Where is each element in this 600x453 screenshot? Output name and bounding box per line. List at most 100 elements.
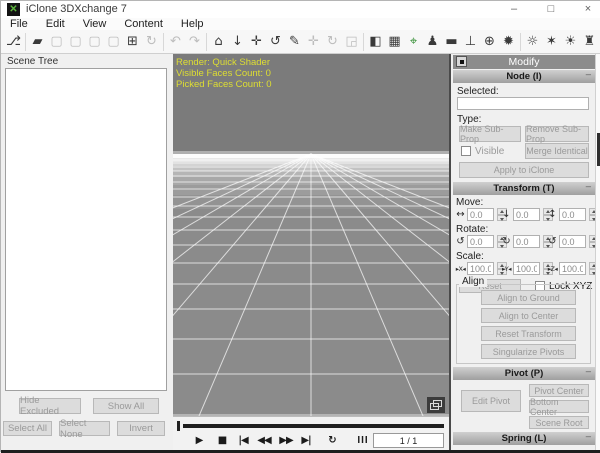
collapse-icon[interactable]: – (586, 366, 591, 377)
move-tool-icon[interactable]: ✛ (304, 32, 323, 51)
pivot-center-button[interactable]: Pivot Center (529, 384, 589, 397)
show-all-button[interactable]: Show All (93, 398, 159, 414)
reset-transform-button[interactable]: Reset Transform (481, 326, 576, 341)
plane-toggle-icon[interactable]: ▬ (442, 32, 461, 51)
scale-y-field[interactable] (513, 262, 540, 275)
rotate-z-icon: ↺ (546, 236, 559, 247)
minimize-button[interactable]: – (505, 1, 523, 17)
menu-view[interactable]: View (74, 18, 116, 30)
window-title: iClone 3DXchange 7 (26, 3, 127, 15)
scale-x-icon: ▸X◂ (454, 265, 467, 273)
home-view-icon[interactable]: ⌂ (209, 32, 228, 51)
scene-root-button[interactable]: Scene Root (529, 416, 589, 429)
remove-subprop-button[interactable]: Remove Sub-Prop (525, 126, 589, 142)
section-header-node[interactable]: Node (I) – (453, 70, 595, 83)
timeline-handle[interactable] (177, 421, 180, 431)
edit-pivot-button[interactable]: Edit Pivot (461, 390, 521, 412)
merge-identical-button[interactable]: Merge Identical (525, 143, 589, 159)
scale-label: Scale: (456, 251, 484, 262)
section-header-transform[interactable]: Transform (T) – (453, 182, 595, 195)
apply-to-iclone-button[interactable]: Apply to iClone (459, 162, 589, 178)
align-to-center-button[interactable]: Align to Center (481, 308, 576, 323)
pan-view-icon[interactable]: ✛ (247, 32, 266, 51)
frame-counter[interactable]: 1 / 1 (373, 433, 444, 448)
stop-button[interactable]: ■ (213, 433, 231, 448)
visible-checkbox[interactable] (461, 146, 471, 156)
grid-toggle-icon[interactable]: ▦ (385, 32, 404, 51)
collapse-icon[interactable]: – (586, 181, 591, 192)
make-subprop-button[interactable]: Make Sub-Prop (459, 126, 521, 142)
open-file-icon[interactable]: ▰ (28, 32, 47, 51)
scene-tree-list[interactable] (5, 68, 167, 391)
timeline-track[interactable] (183, 424, 444, 428)
export-file-icon-1[interactable]: ▢ (47, 32, 66, 51)
selected-input[interactable] (457, 97, 589, 110)
spot-light-icon[interactable]: ✶ (542, 32, 561, 51)
shader-mode-icon[interactable]: ◧ (366, 32, 385, 51)
undo-icon[interactable]: ↶ (166, 32, 185, 51)
collect-files-icon[interactable]: ⊞ (123, 32, 142, 51)
export-file-icon-3[interactable]: ▢ (85, 32, 104, 51)
scene-tree-icon[interactable]: ⎇ (4, 32, 23, 51)
bottom-center-button[interactable]: Bottom Center (529, 400, 589, 413)
pivot-section-title: Pivot (P) (505, 368, 544, 379)
stage-building-icon[interactable]: ♜ (580, 32, 599, 51)
scale-z-field[interactable] (559, 262, 586, 275)
fit-view-icon[interactable]: ↓ (228, 32, 247, 51)
menu-edit[interactable]: Edit (37, 18, 74, 30)
hide-excluded-button[interactable]: Hide Excluded (19, 398, 81, 414)
select-all-button[interactable]: Select All (3, 421, 52, 436)
export-file-icon-2[interactable]: ▢ (66, 32, 85, 51)
redo-icon[interactable]: ↷ (185, 32, 204, 51)
refresh-icon[interactable]: ↻ (142, 32, 161, 51)
toolbar-separator (25, 33, 26, 51)
viewport-3d[interactable]: Render: Quick Shader Visible Faces Count… (173, 54, 449, 416)
rewind-button[interactable]: ◀◀ (255, 433, 273, 448)
move-z-field[interactable] (559, 208, 586, 221)
pivot-toggle-icon[interactable]: ⊥ (461, 32, 480, 51)
skip-start-button[interactable]: |◀ (234, 433, 252, 448)
align-to-ground-button[interactable]: Align to Ground (481, 290, 576, 305)
wireframe-globe-icon[interactable]: ⊕ (480, 32, 499, 51)
export-file-icon-4[interactable]: ▢ (104, 32, 123, 51)
axis-toggle-icon[interactable]: ⌖ (404, 32, 423, 51)
section-header-pivot[interactable]: Pivot (P) – (453, 367, 595, 380)
rotate-x-field[interactable] (467, 235, 494, 248)
rotate-z-field[interactable] (559, 235, 586, 248)
orbit-view-icon[interactable]: ↺ (266, 32, 285, 51)
menu-help[interactable]: Help (172, 18, 213, 30)
collapse-icon[interactable]: – (586, 431, 591, 442)
scale-x-field[interactable] (467, 262, 494, 275)
character-bone-icon[interactable]: ♟ (423, 32, 442, 51)
loop-button[interactable]: ↻ (323, 433, 341, 448)
play-button[interactable]: ▶ (190, 433, 208, 448)
move-x-field[interactable] (467, 208, 494, 221)
zoom-view-icon[interactable]: ✎ (285, 32, 304, 51)
section-header-spring[interactable]: Spring (L) – (453, 432, 595, 445)
move-label: Move: (456, 197, 483, 208)
rotate-tool-icon[interactable]: ↻ (323, 32, 342, 51)
toolbar-separator (363, 33, 364, 51)
frames-mode-icon[interactable]: III (354, 433, 372, 448)
move-y-field[interactable] (513, 208, 540, 221)
spring-section-title: Spring (L) (502, 433, 547, 444)
maximize-button[interactable]: □ (542, 1, 560, 17)
menu-file[interactable]: File (1, 18, 37, 30)
visible-label: Visible (475, 146, 504, 157)
viewport-maximize-icon[interactable] (427, 397, 445, 413)
forward-button[interactable]: ▶▶ (277, 433, 295, 448)
scale-tool-icon[interactable]: ◲ (342, 32, 361, 51)
dock-icon[interactable] (456, 56, 467, 67)
collapse-icon[interactable]: – (586, 69, 591, 80)
panel-scrollbar[interactable] (595, 54, 600, 450)
rotate-y-field[interactable] (513, 235, 540, 248)
close-button[interactable]: × (579, 1, 597, 17)
directional-light-icon[interactable]: ☀ (561, 32, 580, 51)
invert-button[interactable]: Invert (117, 421, 165, 436)
normals-burst-icon[interactable]: ✹ (499, 32, 518, 51)
point-light-icon[interactable]: ☼ (523, 32, 542, 51)
singularize-pivots-button[interactable]: Singularize Pivots (481, 344, 576, 359)
skip-end-button[interactable]: ▶| (297, 433, 315, 448)
menu-content[interactable]: Content (115, 18, 172, 30)
select-none-button[interactable]: Select None (59, 421, 110, 436)
